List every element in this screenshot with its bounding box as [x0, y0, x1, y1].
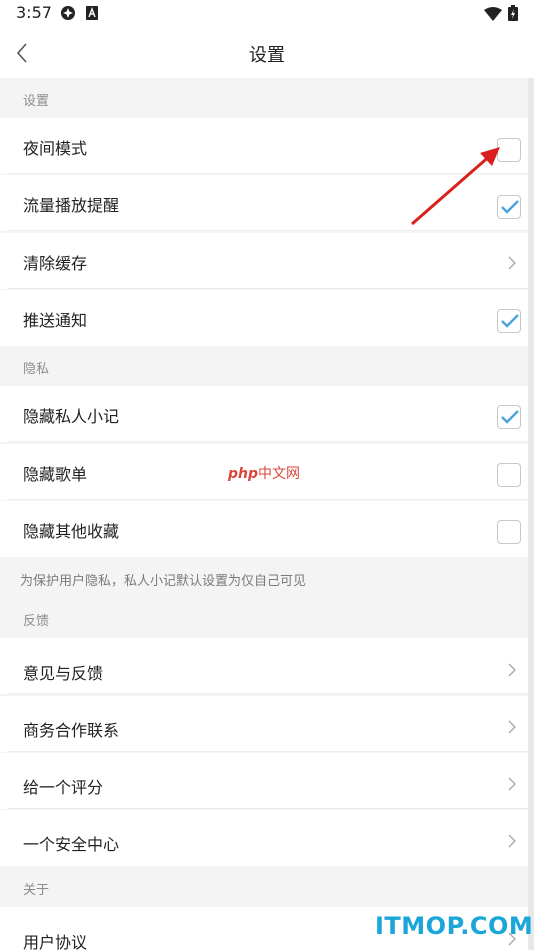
status-bar: 3:57 [0, 0, 534, 28]
row-label: 商务合作联系 [23, 721, 120, 740]
row-label: 清除缓存 [23, 254, 88, 273]
itmop-watermark: ITMOP.COM [375, 912, 534, 940]
row-clear-cache[interactable]: 清除缓存 [0, 233, 528, 289]
divider [7, 441, 528, 442]
divider [7, 693, 528, 694]
hide-other-favorites-checkbox[interactable] [497, 520, 521, 544]
row-label: 用户协议 [23, 933, 88, 950]
chevron-right-icon [507, 255, 517, 271]
annotation-arrow [411, 147, 500, 226]
row-label: 流量播放提醒 [23, 196, 120, 215]
section-header-label: 反馈 [23, 614, 50, 629]
chevron-right-icon [507, 776, 517, 792]
row-give-rating[interactable]: 给一个评分 [0, 753, 528, 809]
chevron-right-icon [507, 719, 517, 735]
hide-private-notes-checkbox[interactable] [497, 405, 521, 429]
row-opinion-feedback[interactable]: 意见与反馈 [0, 638, 528, 694]
divider [7, 751, 528, 752]
row-hide-other-favorites[interactable]: 隐藏其他收藏 [0, 501, 528, 557]
watermark-php: php [228, 466, 259, 482]
chevron-right-icon [507, 662, 517, 678]
row-hide-private-notes[interactable]: 隐藏私人小记 [0, 386, 528, 442]
divider [7, 230, 528, 231]
row-label: 隐藏私人小记 [23, 407, 120, 426]
check-icon [501, 314, 519, 328]
check-icon [501, 410, 519, 424]
section-header-label: 关于 [23, 883, 50, 898]
status-time: 3:57 [16, 3, 52, 22]
row-push-notifications[interactable]: 推送通知 [0, 290, 528, 346]
settings-screen: 3:57 设置 设置 夜间模式 流量播放提醒 清除缓存 推送通知 隐私 隐藏私人… [0, 0, 534, 950]
chevron-right-icon [507, 833, 517, 849]
notification-a-icon [86, 5, 98, 24]
battery-icon [508, 5, 518, 25]
row-label: 隐藏歌单 [23, 465, 88, 484]
row-security-center[interactable]: 一个安全中心 [0, 810, 528, 866]
nav-bar: 设置 [0, 28, 534, 79]
push-notifications-checkbox[interactable] [497, 309, 521, 333]
divider [7, 499, 528, 500]
php-watermark: php中文网 [228, 463, 300, 483]
section-header-label: 设置 [23, 94, 50, 109]
row-label: 意见与反馈 [23, 664, 104, 683]
section-header-feedback: 反馈 [0, 598, 528, 638]
row-label: 隐藏其他收藏 [23, 522, 120, 541]
row-label: 推送通知 [23, 311, 88, 330]
page-title: 设置 [249, 45, 285, 66]
row-label: 一个安全中心 [23, 835, 120, 854]
section-header-privacy: 隐私 [0, 346, 528, 386]
row-business-contact[interactable]: 商务合作联系 [0, 696, 528, 752]
watermark-cn: 中文网 [258, 466, 301, 482]
privacy-note-text: 为保护用户隐私，私人小记默认设置为仅自己可见 [20, 574, 307, 589]
section-header-settings: 设置 [0, 78, 528, 118]
app-notification-icon [60, 5, 76, 25]
row-label: 夜间模式 [23, 139, 88, 158]
hide-playlists-checkbox[interactable] [497, 463, 521, 487]
privacy-note: 为保护用户隐私，私人小记默认设置为仅自己可见 [0, 558, 528, 598]
wifi-icon [484, 6, 502, 25]
row-label: 给一个评分 [23, 778, 104, 797]
section-header-about: 关于 [0, 867, 528, 907]
divider [7, 808, 528, 809]
section-header-label: 隐私 [23, 362, 50, 377]
divider [7, 288, 528, 289]
scrollbar[interactable] [528, 78, 534, 950]
